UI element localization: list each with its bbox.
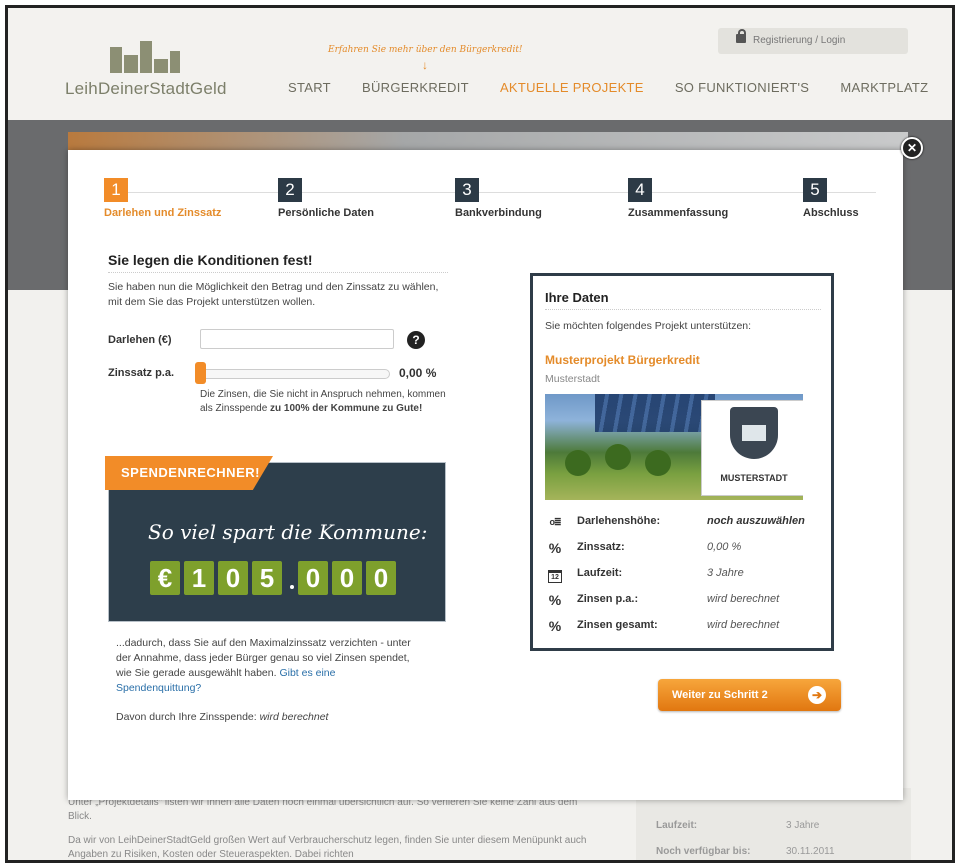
spendenrechner-headline: So viel spart die Kommune: [148, 520, 428, 544]
coins-icon: o≣ [549, 517, 561, 527]
spenden-description: ...dadurch, dass Sie auf den Maximalzins… [116, 637, 411, 694]
background-content: Unter „Projektdetails" listen wir Ihnen … [68, 796, 588, 860]
background-paragraph: Unter „Projektdetails" listen wir Ihnen … [68, 797, 578, 822]
arrow-down-icon: ↓ [422, 58, 428, 72]
login-button[interactable]: Registrierung / Login [718, 28, 908, 54]
calendar-icon: 12 [547, 566, 563, 583]
counter-digit: 0 [218, 561, 248, 595]
login-label: Registrierung / Login [753, 35, 846, 46]
nav-item-marktplatz[interactable]: MARKTPLATZ [840, 80, 928, 95]
nav-item-start[interactable]: START [288, 80, 331, 95]
logo-text: LeihDeinerStadtGeld [65, 79, 227, 98]
counter-digit: € [150, 561, 180, 595]
zinssatz-slider[interactable] [198, 369, 390, 379]
project-name[interactable]: Musterprojekt Bürgerkredit [545, 353, 700, 367]
step-2-persoenliche-daten: 2 Persönliche Daten [278, 178, 374, 219]
data-row-laufzeit: 12 Laufzeit: 3 Jahre [545, 564, 821, 584]
divider [108, 272, 448, 273]
hero-strip [68, 132, 908, 152]
nav-item-aktuelle-projekte[interactable]: AKTUELLE PROJEKTE [500, 80, 644, 95]
thousands-separator [290, 585, 294, 589]
step-5-abschluss: 5 Abschluss [803, 178, 859, 219]
counter-digit: 0 [298, 561, 328, 595]
spendenrechner-tab: SPENDENRECHNER! [105, 456, 273, 490]
next-step-label: Weiter zu Schritt 2 [672, 689, 768, 701]
browser-frame: LeihDeinerStadtGeld Erfahren Sie mehr üb… [5, 5, 955, 863]
lock-icon [736, 29, 746, 43]
ihre-daten-box: Ihre Daten Sie möchten folgendes Projekt… [530, 273, 834, 651]
counter-digit: 0 [332, 561, 362, 595]
zinssatz-slider-handle[interactable] [195, 362, 206, 384]
counter-digit: 5 [252, 561, 282, 595]
data-row-zinssatz: % Zinssatz: 0,00 % [548, 540, 742, 556]
zinsspende-share: Davon durch Ihre Zinsspende: wird berech… [116, 711, 329, 723]
zins-note: Die Zinsen, die Sie nicht in Anspruch ne… [200, 389, 446, 414]
data-row-zinsen-pa: % Zinsen p.a.: wird berechnet [548, 592, 780, 608]
counter-digit: 1 [184, 561, 214, 595]
building-logo-icon [110, 33, 180, 73]
intro-text: Sie haben nun die Möglichkeit den Betrag… [108, 281, 439, 308]
close-icon[interactable]: ✕ [901, 137, 923, 159]
data-box-intro: Sie möchten folgendes Projekt unterstütz… [545, 320, 752, 332]
step-4-zusammenfassung: 4 Zusammenfassung [628, 178, 729, 219]
nav-item-buergerkredit[interactable]: BÜRGERKREDIT [362, 80, 469, 95]
data-row-darlehenshoehe: o≣ Darlehenshöhe: noch auszuwählen [545, 512, 821, 532]
project-image: MUSTERSTADT [545, 394, 803, 500]
step-3-bankverbindung: 3 Bankverbindung [455, 178, 542, 219]
crest-name: MUSTERSTADT [720, 473, 788, 483]
tagline-link[interactable]: Erfahren Sie mehr über den Bürgerkredit! [328, 45, 523, 55]
project-city: Musterstadt [545, 373, 600, 385]
divider [545, 309, 821, 310]
checkout-modal: 1 Darlehen und Zinssatz 2 Persönliche Da… [68, 150, 903, 800]
percent-icon: % [548, 618, 562, 634]
arrow-right-icon: ➔ [808, 686, 826, 704]
percent-icon: % [548, 592, 562, 608]
step-1-darlehen: 1 Darlehen und Zinssatz [104, 178, 222, 219]
data-row-zinsen-gesamt: % Zinsen gesamt: wird berechnet [548, 618, 780, 634]
main-nav: START BÜRGERKREDIT AKTUELLE PROJEKTE SO … [288, 80, 952, 95]
darlehen-label: Darlehen (€) [108, 334, 172, 346]
background-row: Noch verfügbar bis: 30.11.2011 [656, 846, 835, 857]
solar-panels-image [595, 394, 715, 432]
zinssatz-value: 0,00 % [399, 366, 437, 380]
nav-item-so-funktionierts[interactable]: SO FUNKTIONIERT'S [675, 80, 809, 95]
data-box-title: Ihre Daten [545, 290, 609, 305]
help-icon[interactable]: ? [407, 331, 425, 349]
shield-icon [730, 407, 778, 459]
section-title: Sie legen die Konditionen fest! [108, 252, 313, 268]
percent-icon: % [548, 540, 562, 556]
darlehen-input[interactable] [200, 329, 394, 349]
counter-digit: 0 [366, 561, 396, 595]
site-logo[interactable]: LeihDeinerStadtGeld [65, 33, 227, 103]
background-paragraph: Da wir von LeihDeinerStadtGeld großen We… [68, 835, 587, 860]
zinssatz-label: Zinssatz p.a. [108, 367, 175, 379]
city-crest: MUSTERSTADT [701, 400, 803, 496]
next-step-button[interactable]: Weiter zu Schritt 2 ➔ [658, 679, 841, 711]
site-header: LeihDeinerStadtGeld Erfahren Sie mehr üb… [8, 8, 952, 120]
background-row: Laufzeit: 3 Jahre [656, 820, 820, 831]
